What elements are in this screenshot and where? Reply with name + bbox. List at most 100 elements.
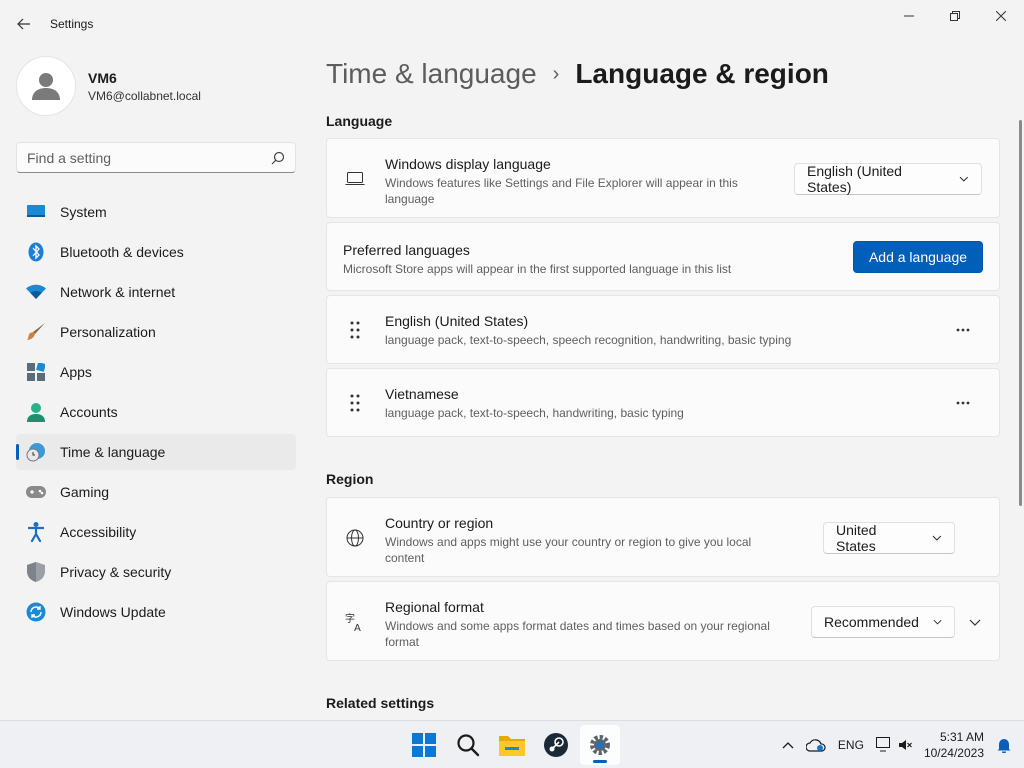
onedrive-button[interactable] bbox=[800, 729, 832, 761]
clock-time: 5:31 AM bbox=[939, 730, 984, 744]
language-features: language pack, text-to-speech, handwriti… bbox=[385, 406, 684, 420]
clock-date: 10/24/2023 bbox=[923, 746, 984, 760]
language-name: English (United States) bbox=[385, 313, 529, 329]
regional-format-dropdown[interactable]: Recommended bbox=[811, 606, 955, 638]
more-options-button[interactable] bbox=[947, 314, 979, 346]
clock[interactable]: 5:31 AM 10/24/2023 bbox=[918, 729, 990, 761]
nav-label: Time & language bbox=[60, 444, 166, 460]
nav-item-bluetooth[interactable]: Bluetooth & devices bbox=[16, 234, 296, 270]
nav-label: Windows Update bbox=[60, 604, 166, 620]
input-language-button[interactable]: ENG bbox=[832, 729, 870, 761]
nav-label: System bbox=[60, 204, 107, 220]
card-country-region: Country or region Windows and apps might… bbox=[326, 497, 1000, 577]
steam-button[interactable] bbox=[536, 725, 576, 765]
network-volume-button[interactable] bbox=[870, 729, 918, 761]
card-description: Windows and apps might use your country … bbox=[385, 535, 752, 565]
nav-label: Gaming bbox=[60, 484, 110, 500]
gamepad-icon bbox=[26, 482, 46, 502]
display-language-dropdown[interactable]: English (United States) bbox=[794, 163, 982, 195]
nav-label: Accessibility bbox=[60, 524, 137, 540]
taskbar: ENG 5:31 AM 10/24/2023 bbox=[0, 720, 1024, 768]
restore-button[interactable] bbox=[932, 0, 978, 32]
nav-label: Personalization bbox=[60, 324, 156, 340]
system-tray: ENG 5:31 AM 10/24/2023 bbox=[776, 721, 1024, 768]
profile-card[interactable]: VM6 VM6@collabnet.local bbox=[16, 56, 201, 116]
profile-info: VM6 VM6@collabnet.local bbox=[88, 70, 201, 103]
nav-item-accounts[interactable]: Accounts bbox=[16, 394, 296, 430]
wifi-icon bbox=[26, 282, 46, 302]
card-text: English (United States) language pack, t… bbox=[385, 313, 905, 348]
section-title-language: Language bbox=[326, 113, 393, 129]
volume-muted-icon bbox=[898, 740, 912, 750]
user-icon bbox=[32, 73, 60, 100]
language-features: language pack, text-to-speech, speech re… bbox=[385, 333, 792, 347]
shield-icon bbox=[26, 562, 46, 582]
more-options-button[interactable] bbox=[947, 387, 979, 419]
nav-label: Privacy & security bbox=[60, 564, 172, 580]
search-icon[interactable] bbox=[271, 151, 285, 165]
page-title: Language & region bbox=[575, 58, 829, 89]
file-explorer-button[interactable] bbox=[492, 725, 532, 765]
back-button[interactable] bbox=[0, 0, 48, 48]
show-hidden-icons-button[interactable] bbox=[776, 729, 800, 761]
network-icon bbox=[875, 737, 890, 752]
nav-item-apps[interactable]: Apps bbox=[16, 354, 296, 390]
card-title: Country or region bbox=[385, 515, 494, 531]
drag-handle-icon[interactable] bbox=[345, 393, 365, 413]
nav-item-time-language[interactable]: Time & language bbox=[16, 434, 296, 470]
chevron-up-icon bbox=[782, 742, 794, 749]
search-box[interactable] bbox=[16, 142, 296, 173]
taskbar-search-button[interactable] bbox=[448, 725, 488, 765]
title-bar: Settings bbox=[0, 0, 1024, 48]
search-icon bbox=[457, 734, 480, 757]
dropdown-value: United States bbox=[836, 522, 877, 554]
nav-list: System Bluetooth & devices Network & int… bbox=[16, 194, 296, 634]
breadcrumb: Time & language › Language & region bbox=[326, 58, 829, 90]
start-button[interactable] bbox=[404, 725, 444, 765]
nav-label: Network & internet bbox=[60, 284, 176, 300]
country-region-dropdown[interactable]: United States bbox=[823, 522, 955, 554]
settings-taskbar-button[interactable] bbox=[580, 725, 620, 765]
profile-name: VM6 bbox=[88, 69, 117, 86]
breadcrumb-separator: › bbox=[552, 62, 560, 85]
steam-icon bbox=[544, 733, 568, 757]
nav-item-network[interactable]: Network & internet bbox=[16, 274, 296, 310]
expand-button[interactable] bbox=[963, 610, 987, 634]
accessibility-icon bbox=[26, 522, 46, 542]
search-input[interactable] bbox=[27, 149, 271, 166]
card-title: Regional format bbox=[385, 599, 484, 615]
language-item-english[interactable]: English (United States) language pack, t… bbox=[326, 295, 1000, 364]
bell-icon bbox=[997, 739, 1011, 753]
card-regional-format[interactable]: 字A Regional format Windows and some apps… bbox=[326, 581, 1000, 661]
section-title-related: Related settings bbox=[326, 695, 435, 711]
chevron-down-icon bbox=[959, 176, 969, 182]
scrollbar[interactable] bbox=[1019, 120, 1022, 506]
bluetooth-icon bbox=[26, 242, 46, 262]
nav-item-gaming[interactable]: Gaming bbox=[16, 474, 296, 510]
close-button[interactable] bbox=[978, 0, 1024, 32]
card-preferred-languages: Preferred languages Microsoft Store apps… bbox=[326, 222, 1000, 291]
update-icon bbox=[26, 602, 46, 622]
taskbar-apps bbox=[404, 725, 624, 765]
brush-icon bbox=[26, 322, 46, 342]
back-arrow-icon bbox=[17, 18, 30, 30]
chevron-down-icon bbox=[933, 619, 942, 625]
minimize-button[interactable] bbox=[886, 0, 932, 32]
nav-item-privacy[interactable]: Privacy & security bbox=[16, 554, 296, 590]
window-controls bbox=[886, 0, 1024, 32]
notifications-button[interactable] bbox=[990, 729, 1024, 761]
apps-icon bbox=[26, 362, 46, 382]
avatar bbox=[16, 56, 76, 116]
language-item-vietnamese[interactable]: Vietnamese language pack, text-to-speech… bbox=[326, 368, 1000, 437]
drag-handle-icon[interactable] bbox=[345, 320, 365, 340]
nav-item-system[interactable]: System bbox=[16, 194, 296, 230]
nav-item-windows-update[interactable]: Windows Update bbox=[16, 594, 296, 630]
card-description: Microsoft Store apps will appear in the … bbox=[343, 262, 732, 276]
nav-label: Accounts bbox=[60, 404, 118, 420]
nav-item-accessibility[interactable]: Accessibility bbox=[16, 514, 296, 550]
add-language-button[interactable]: Add a language bbox=[853, 241, 983, 273]
windows-logo-icon bbox=[412, 733, 436, 757]
app-title: Settings bbox=[50, 17, 94, 31]
nav-item-personalization[interactable]: Personalization bbox=[16, 314, 296, 350]
breadcrumb-parent[interactable]: Time & language bbox=[326, 58, 537, 90]
